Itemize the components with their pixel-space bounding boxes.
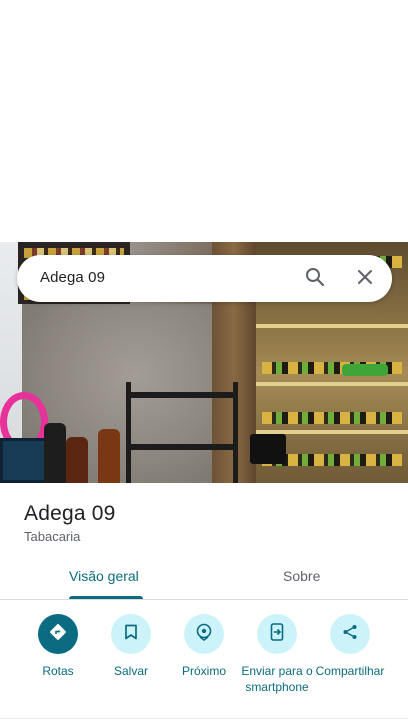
search-query[interactable]: Adega 09 bbox=[40, 269, 105, 286]
place-category: Tabacaria bbox=[24, 529, 81, 544]
save-label: Salvar bbox=[113, 664, 148, 678]
search-icon bbox=[305, 267, 325, 292]
bottom-divider bbox=[0, 718, 408, 719]
tab-overview[interactable]: Visão geral bbox=[69, 568, 139, 584]
save-button[interactable]: Salvar bbox=[93, 614, 169, 679]
send-to-phone-icon bbox=[270, 622, 284, 646]
place-title: Adega 09 bbox=[24, 502, 116, 525]
search-bar[interactable]: Adega 09 bbox=[17, 255, 392, 302]
search-button[interactable] bbox=[299, 263, 331, 295]
share-icon bbox=[342, 624, 358, 645]
directions-label: Rotas bbox=[42, 664, 74, 678]
directions-icon bbox=[49, 623, 67, 646]
nearby-button[interactable]: Próximo bbox=[166, 614, 242, 679]
directions-button[interactable]: Rotas bbox=[20, 614, 96, 679]
place-page: Adega 09 Adega 09 Tabacaria Visão geral … bbox=[0, 0, 408, 726]
tabs-divider bbox=[0, 599, 408, 600]
nearby-icon bbox=[195, 623, 213, 646]
send-to-phone-label: Enviar para o smartphone bbox=[241, 664, 313, 694]
share-label: Compartilhar bbox=[315, 664, 385, 678]
send-to-phone-button[interactable]: Enviar para o smartphone bbox=[239, 614, 315, 695]
share-button[interactable]: Compartilhar bbox=[312, 614, 388, 679]
bookmark-icon bbox=[124, 624, 138, 645]
tab-about[interactable]: Sobre bbox=[283, 568, 320, 584]
close-icon bbox=[357, 269, 373, 290]
close-button[interactable] bbox=[349, 263, 381, 295]
nearby-label: Próximo bbox=[181, 664, 226, 678]
